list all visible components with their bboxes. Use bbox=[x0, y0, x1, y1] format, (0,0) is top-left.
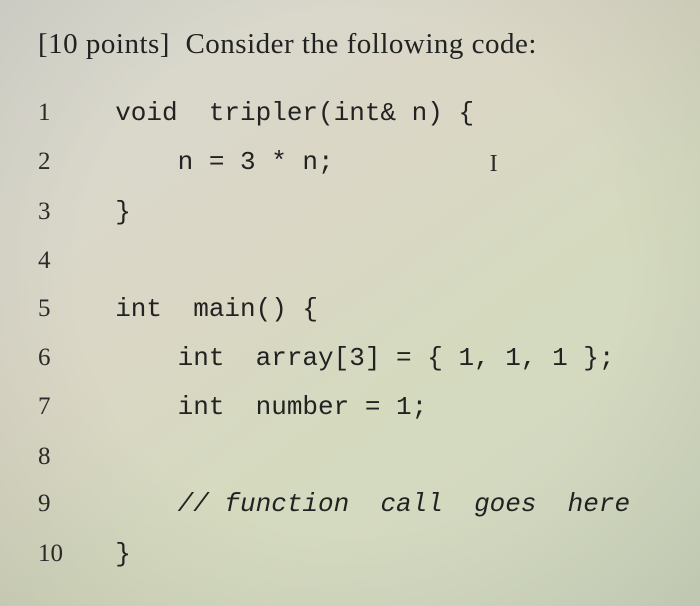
code-line: 2 n = 3 * n; I bbox=[38, 138, 670, 187]
line-number: 5 bbox=[38, 285, 84, 333]
code-line: 1 void tripler(int& n) { bbox=[38, 89, 670, 138]
code-line: 7 int number = 1; bbox=[38, 383, 670, 432]
line-number: 3 bbox=[38, 188, 84, 236]
prompt-text: Consider the following code: bbox=[185, 28, 536, 60]
code-text: } bbox=[84, 530, 131, 579]
line-number: 1 bbox=[38, 89, 84, 137]
line-number: 4 bbox=[38, 237, 84, 285]
line-number: 6 bbox=[38, 334, 84, 382]
code-line: 6 int array[3] = { 1, 1, 1 }; bbox=[38, 334, 670, 383]
line-number: 2 bbox=[38, 138, 84, 186]
code-text: void tripler(int& n) { bbox=[84, 89, 474, 138]
code-block: 1 void tripler(int& n) { 2 n = 3 * n; I … bbox=[38, 89, 670, 579]
code-line: 9 // function call goes here bbox=[38, 480, 670, 529]
line-number: 9 bbox=[38, 480, 84, 528]
code-text: int array[3] = { 1, 1, 1 }; bbox=[84, 334, 615, 383]
code-line: 10 } bbox=[38, 530, 670, 579]
code-line: 5 int main() { bbox=[38, 285, 670, 334]
code-text: int main() { bbox=[84, 285, 318, 334]
question-header: [10 points] Consider the following code: bbox=[38, 28, 670, 61]
line-number: 7 bbox=[38, 383, 84, 431]
document-page: [10 points] Consider the following code:… bbox=[0, 0, 700, 606]
line-number: 10 bbox=[38, 530, 84, 578]
code-line: 4 bbox=[38, 237, 670, 285]
code-line: 3 } bbox=[38, 188, 670, 237]
code-text: n = 3 * n; bbox=[84, 138, 490, 187]
code-text: // function call goes here bbox=[84, 480, 630, 529]
points-label: [10 points] bbox=[38, 28, 170, 60]
line-number: 8 bbox=[38, 433, 84, 481]
code-text: int number = 1; bbox=[84, 383, 427, 432]
text-cursor-icon: I bbox=[490, 142, 498, 188]
code-line: 8 bbox=[38, 433, 670, 481]
code-text: } bbox=[84, 188, 131, 237]
